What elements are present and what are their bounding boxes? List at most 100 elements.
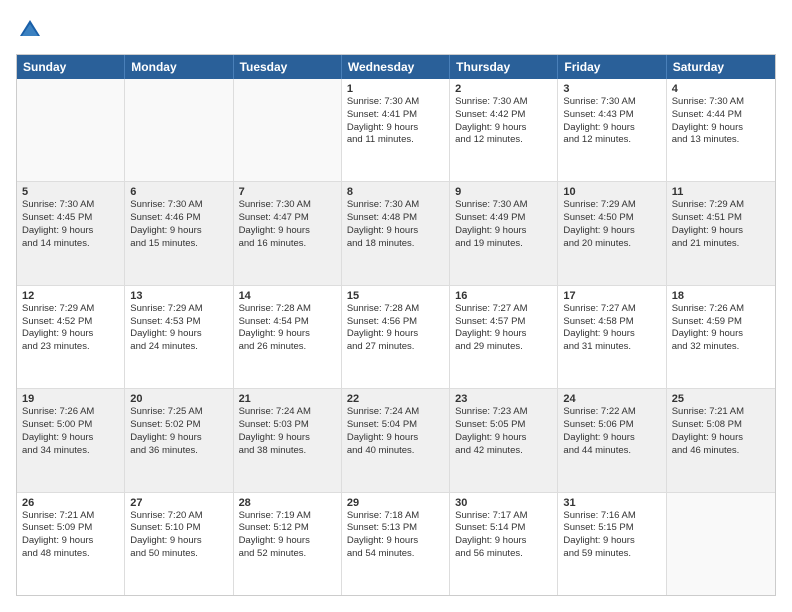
cell-line: Sunrise: 7:30 AM [130, 199, 227, 212]
cell-line: and 48 minutes. [22, 548, 119, 561]
cell-line: and 52 minutes. [239, 548, 336, 561]
cell-line: Sunrise: 7:28 AM [347, 303, 444, 316]
cell-line: Sunrise: 7:30 AM [347, 199, 444, 212]
day-number: 31 [563, 497, 660, 509]
day-number: 30 [455, 497, 552, 509]
day-number: 9 [455, 186, 552, 198]
cell-line: Sunset: 5:08 PM [672, 419, 770, 432]
calendar-cell-0-1 [125, 79, 233, 181]
calendar-cell-2-2: 14Sunrise: 7:28 AMSunset: 4:54 PMDayligh… [234, 286, 342, 388]
cell-line: Sunset: 5:04 PM [347, 419, 444, 432]
cell-line: Sunset: 5:13 PM [347, 522, 444, 535]
calendar-cell-4-2: 28Sunrise: 7:19 AMSunset: 5:12 PMDayligh… [234, 493, 342, 595]
weekday-header-saturday: Saturday [667, 55, 775, 79]
calendar-row-0: 1Sunrise: 7:30 AMSunset: 4:41 PMDaylight… [17, 79, 775, 181]
cell-line: Daylight: 9 hours [239, 225, 336, 238]
calendar-cell-1-1: 6Sunrise: 7:30 AMSunset: 4:46 PMDaylight… [125, 182, 233, 284]
calendar-cell-2-0: 12Sunrise: 7:29 AMSunset: 4:52 PMDayligh… [17, 286, 125, 388]
cell-line: and 40 minutes. [347, 445, 444, 458]
calendar-cell-3-1: 20Sunrise: 7:25 AMSunset: 5:02 PMDayligh… [125, 389, 233, 491]
day-number: 1 [347, 83, 444, 95]
day-number: 3 [563, 83, 660, 95]
calendar-cell-0-2 [234, 79, 342, 181]
day-number: 12 [22, 290, 119, 302]
cell-line: Sunrise: 7:30 AM [22, 199, 119, 212]
cell-line: Sunrise: 7:17 AM [455, 510, 552, 523]
cell-line: Sunrise: 7:29 AM [130, 303, 227, 316]
cell-line: and 42 minutes. [455, 445, 552, 458]
cell-line: Sunrise: 7:26 AM [22, 406, 119, 419]
cell-line: Sunset: 5:06 PM [563, 419, 660, 432]
calendar-cell-3-5: 24Sunrise: 7:22 AMSunset: 5:06 PMDayligh… [558, 389, 666, 491]
cell-line: Sunrise: 7:21 AM [22, 510, 119, 523]
cell-line: Sunrise: 7:30 AM [347, 96, 444, 109]
calendar-cell-1-4: 9Sunrise: 7:30 AMSunset: 4:49 PMDaylight… [450, 182, 558, 284]
cell-line: and 12 minutes. [563, 134, 660, 147]
cell-line: Sunset: 4:58 PM [563, 316, 660, 329]
cell-line: Daylight: 9 hours [455, 432, 552, 445]
cell-line: Sunset: 5:05 PM [455, 419, 552, 432]
calendar-cell-4-3: 29Sunrise: 7:18 AMSunset: 5:13 PMDayligh… [342, 493, 450, 595]
page: SundayMondayTuesdayWednesdayThursdayFrid… [0, 0, 792, 612]
cell-line: Sunrise: 7:30 AM [672, 96, 770, 109]
cell-line: Sunset: 4:41 PM [347, 109, 444, 122]
day-number: 25 [672, 393, 770, 405]
calendar-cell-2-4: 16Sunrise: 7:27 AMSunset: 4:57 PMDayligh… [450, 286, 558, 388]
weekday-header-sunday: Sunday [17, 55, 125, 79]
calendar-cell-1-3: 8Sunrise: 7:30 AMSunset: 4:48 PMDaylight… [342, 182, 450, 284]
cell-line: and 19 minutes. [455, 238, 552, 251]
cell-line: and 16 minutes. [239, 238, 336, 251]
cell-line: Sunset: 4:45 PM [22, 212, 119, 225]
calendar-cell-2-3: 15Sunrise: 7:28 AMSunset: 4:56 PMDayligh… [342, 286, 450, 388]
cell-line: Sunrise: 7:16 AM [563, 510, 660, 523]
calendar: SundayMondayTuesdayWednesdayThursdayFrid… [16, 54, 776, 596]
calendar-row-1: 5Sunrise: 7:30 AMSunset: 4:45 PMDaylight… [17, 181, 775, 284]
cell-line: Daylight: 9 hours [347, 122, 444, 135]
cell-line: Daylight: 9 hours [563, 225, 660, 238]
cell-line: Sunset: 4:57 PM [455, 316, 552, 329]
cell-line: Sunset: 5:14 PM [455, 522, 552, 535]
cell-line: Daylight: 9 hours [455, 328, 552, 341]
cell-line: Sunrise: 7:23 AM [455, 406, 552, 419]
calendar-row-3: 19Sunrise: 7:26 AMSunset: 5:00 PMDayligh… [17, 388, 775, 491]
cell-line: Daylight: 9 hours [239, 535, 336, 548]
cell-line: and 56 minutes. [455, 548, 552, 561]
header [16, 16, 776, 44]
weekday-header-friday: Friday [558, 55, 666, 79]
day-number: 7 [239, 186, 336, 198]
calendar-cell-4-0: 26Sunrise: 7:21 AMSunset: 5:09 PMDayligh… [17, 493, 125, 595]
cell-line: Daylight: 9 hours [239, 432, 336, 445]
day-number: 4 [672, 83, 770, 95]
cell-line: Sunset: 5:10 PM [130, 522, 227, 535]
calendar-cell-1-0: 5Sunrise: 7:30 AMSunset: 4:45 PMDaylight… [17, 182, 125, 284]
cell-line: Sunset: 4:54 PM [239, 316, 336, 329]
cell-line: Daylight: 9 hours [22, 535, 119, 548]
cell-line: and 36 minutes. [130, 445, 227, 458]
cell-line: Daylight: 9 hours [563, 432, 660, 445]
cell-line: Sunrise: 7:26 AM [672, 303, 770, 316]
cell-line: Daylight: 9 hours [455, 225, 552, 238]
day-number: 23 [455, 393, 552, 405]
calendar-cell-2-1: 13Sunrise: 7:29 AMSunset: 4:53 PMDayligh… [125, 286, 233, 388]
day-number: 21 [239, 393, 336, 405]
cell-line: Sunrise: 7:30 AM [455, 96, 552, 109]
calendar-cell-3-0: 19Sunrise: 7:26 AMSunset: 5:00 PMDayligh… [17, 389, 125, 491]
cell-line: Sunset: 4:56 PM [347, 316, 444, 329]
calendar-cell-2-5: 17Sunrise: 7:27 AMSunset: 4:58 PMDayligh… [558, 286, 666, 388]
cell-line: and 59 minutes. [563, 548, 660, 561]
cell-line: and 44 minutes. [563, 445, 660, 458]
calendar-cell-1-5: 10Sunrise: 7:29 AMSunset: 4:50 PMDayligh… [558, 182, 666, 284]
cell-line: Daylight: 9 hours [347, 328, 444, 341]
cell-line: and 21 minutes. [672, 238, 770, 251]
day-number: 11 [672, 186, 770, 198]
logo-icon [16, 16, 44, 44]
logo [16, 16, 48, 44]
cell-line: Sunset: 4:46 PM [130, 212, 227, 225]
day-number: 28 [239, 497, 336, 509]
cell-line: Sunset: 5:00 PM [22, 419, 119, 432]
cell-line: Daylight: 9 hours [130, 328, 227, 341]
calendar-cell-3-4: 23Sunrise: 7:23 AMSunset: 5:05 PMDayligh… [450, 389, 558, 491]
calendar-cell-4-4: 30Sunrise: 7:17 AMSunset: 5:14 PMDayligh… [450, 493, 558, 595]
cell-line: Sunrise: 7:27 AM [455, 303, 552, 316]
cell-line: Daylight: 9 hours [130, 225, 227, 238]
